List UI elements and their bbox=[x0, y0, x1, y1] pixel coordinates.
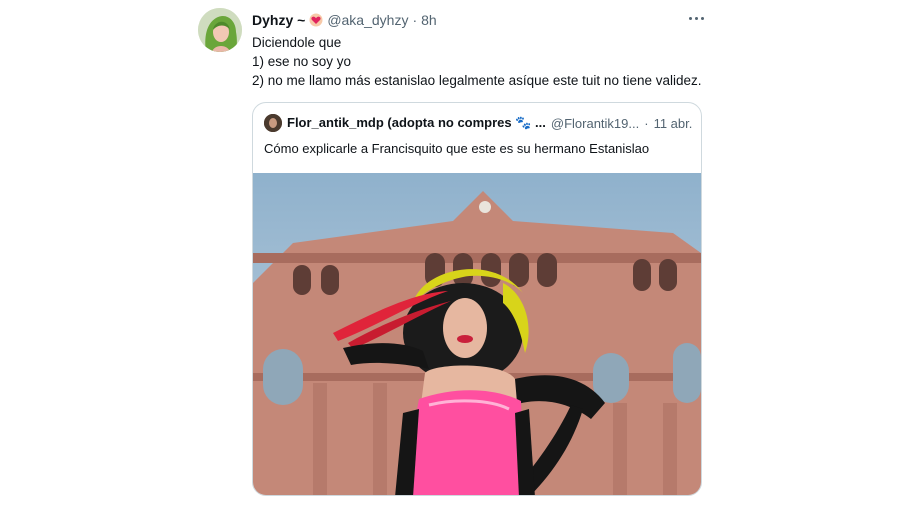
quoted-handle[interactable]: @Florantik19... bbox=[551, 116, 639, 131]
quoted-tweet-header: Flor_antik_mdp (adopta no compres 🐾 ... … bbox=[264, 113, 694, 133]
tweet-header: Dyhzy ~ @aka_dyhzy · 8h bbox=[252, 10, 437, 30]
tweet-text-line: 1) ese no soy yo bbox=[252, 54, 352, 69]
avatar[interactable] bbox=[198, 8, 242, 52]
tweet-text-line: 2) no me llamo más estanislao legalmente… bbox=[252, 73, 702, 88]
display-name[interactable]: Dyhzy ~ bbox=[252, 12, 305, 28]
heart-emoji-icon bbox=[309, 13, 323, 27]
quoted-avatar bbox=[264, 114, 282, 132]
timestamp[interactable]: 8h bbox=[421, 12, 437, 28]
handle[interactable]: @aka_dyhzy bbox=[327, 12, 408, 28]
quoted-display-name[interactable]: Flor_antik_mdp (adopta no compres 🐾 ... bbox=[287, 115, 546, 131]
tweet-text-line: Diciendole que bbox=[252, 35, 342, 50]
tweet[interactable]: Dyhzy ~ @aka_dyhzy · 8h Diciendole que 1… bbox=[0, 0, 900, 505]
tweet-text: Diciendole que 1) ese no soy yo 2) no me… bbox=[252, 33, 702, 90]
quoted-separator-dot: · bbox=[644, 115, 649, 131]
quoted-tweet[interactable]: Flor_antik_mdp (adopta no compres 🐾 ... … bbox=[252, 102, 702, 496]
more-horizontal-icon[interactable] bbox=[684, 8, 708, 28]
quoted-media-image[interactable] bbox=[253, 173, 701, 495]
separator-dot: · bbox=[412, 12, 418, 28]
quoted-timestamp[interactable]: 11 abr. bbox=[654, 116, 693, 131]
quoted-tweet-text: Cómo explicarle a Francisquito que este … bbox=[264, 141, 650, 156]
